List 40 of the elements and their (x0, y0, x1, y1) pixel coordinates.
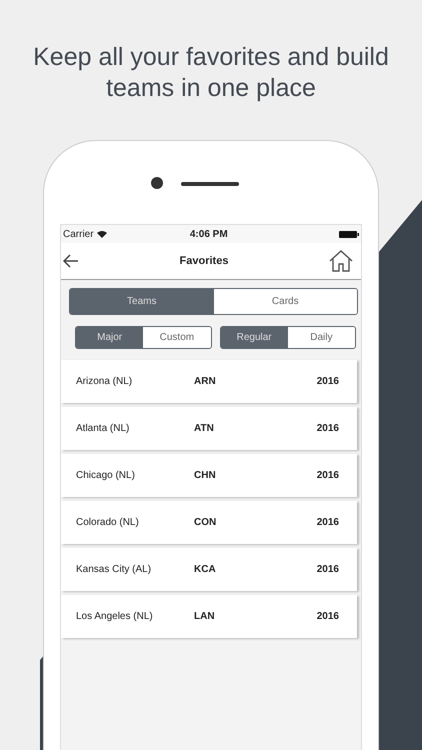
clock-time: 4:06 PM (190, 228, 228, 240)
team-code: ARN (194, 376, 217, 387)
filter-segment[interactable]: Major (76, 327, 144, 348)
home-icon[interactable] (328, 250, 353, 272)
team-name: Atlanta (NL) (76, 423, 130, 434)
camera-icon (151, 177, 163, 189)
carrier-label: Carrier (63, 228, 94, 240)
tab[interactable]: Cards (214, 289, 357, 314)
team-name: Colorado (NL) (76, 517, 140, 528)
filter-segment[interactable]: Daily (288, 327, 355, 348)
team-name: Arizona (NL) (76, 376, 134, 387)
filter-segment[interactable]: Regular (220, 327, 288, 348)
filter-segment[interactable]: Custom (143, 327, 210, 348)
team-code: ATN (194, 423, 215, 434)
team-year: 2016 (316, 611, 339, 622)
team-row[interactable]: Los Angeles (NL) LAN 2016 (61, 595, 357, 638)
team-year: 2016 (316, 517, 339, 528)
team-row[interactable]: Arizona (NL) ARN 2016 (61, 360, 357, 403)
team-year: 2016 (316, 376, 339, 387)
screen-title: Favorites (180, 255, 228, 267)
team-year: 2016 (316, 423, 339, 434)
wifi-icon (96, 230, 107, 238)
team-code: KCA (194, 564, 217, 575)
team-code: LAN (194, 611, 216, 622)
team-name: Los Angeles (NL) (76, 611, 154, 622)
back-arrow-icon[interactable] (63, 254, 79, 268)
team-code: CON (194, 517, 218, 528)
team-name: Kansas City (AL) (76, 564, 152, 575)
team-row[interactable]: Atlanta (NL) ATN 2016 (61, 407, 357, 450)
tab[interactable]: Teams (70, 289, 214, 314)
team-name: Chicago (NL) (76, 470, 136, 481)
headline: Keep all your favorites and build teams in one place (32, 42, 390, 104)
speaker-icon (181, 182, 239, 186)
team-year: 2016 (316, 564, 339, 575)
team-row[interactable]: Kansas City (AL) KCA 2016 (61, 548, 357, 591)
team-year: 2016 (316, 470, 339, 481)
team-code: CHN (194, 470, 217, 481)
battery-icon (338, 230, 359, 238)
team-row[interactable]: Colorado (NL) CON 2016 (61, 501, 357, 544)
team-row[interactable]: Chicago (NL) CHN 2016 (61, 454, 357, 497)
